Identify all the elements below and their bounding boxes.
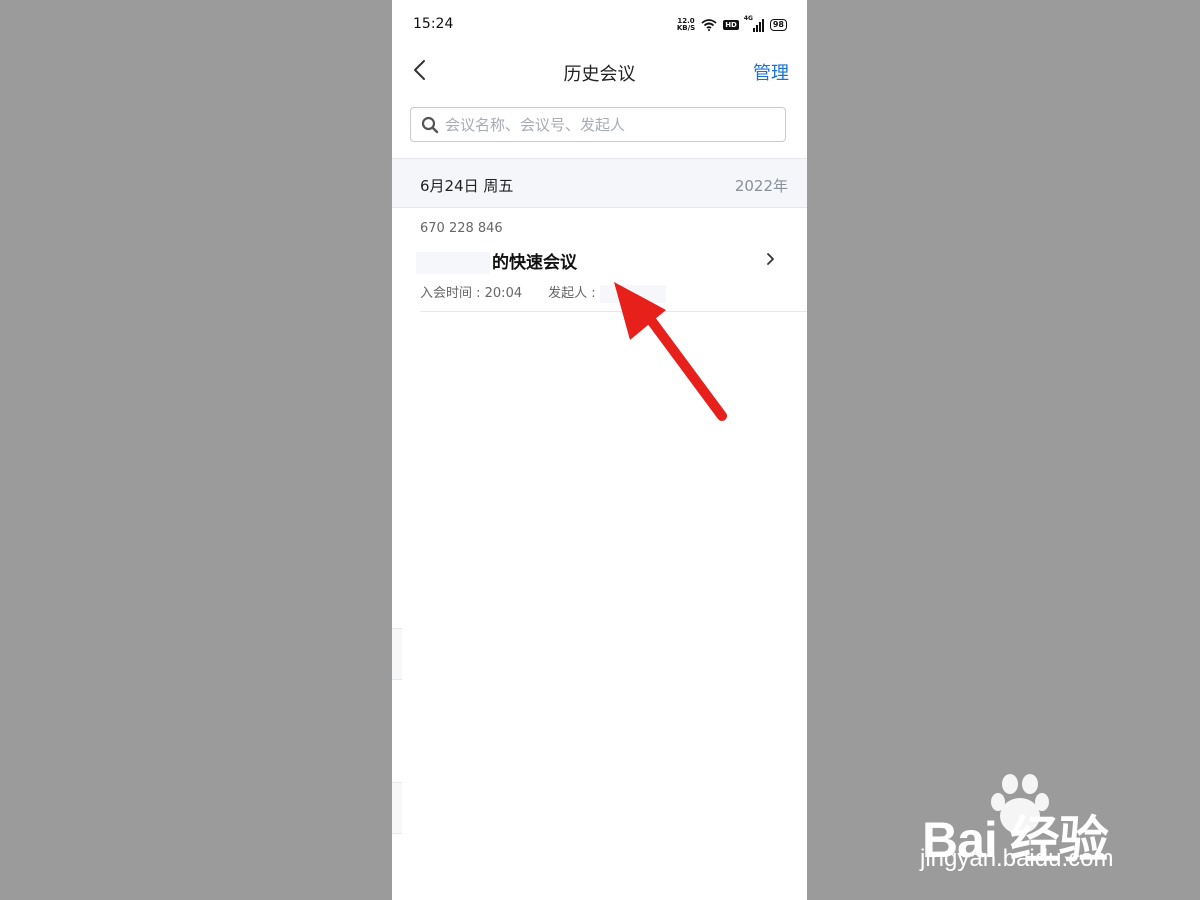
side-strip — [392, 782, 402, 834]
net-speed: 12.0 KB/S — [676, 17, 696, 32]
page-title: 历史会议 — [563, 64, 636, 85]
host-label: 发起人 : — [548, 286, 596, 301]
meeting-title: 的快速会议 — [416, 248, 577, 274]
join-time: 入会时间 : 20:04 — [420, 286, 523, 301]
meeting-id: 670 228 846 — [420, 221, 503, 236]
phone-screen: 15:24 12.0 KB/S HD 4G 98 历史会议 管理 会议名称、会议… — [392, 0, 807, 900]
search-icon — [421, 116, 439, 134]
search-input[interactable] — [445, 108, 775, 141]
hd-icon: HD — [723, 20, 739, 30]
status-icons: 12.0 KB/S HD 4G 98 — [676, 15, 787, 34]
battery-icon: 98 — [769, 19, 787, 31]
redacted-name — [416, 252, 490, 274]
date-group-header: 6月24日 周五 2022年 — [392, 158, 807, 208]
manage-button[interactable]: 管理 — [753, 59, 789, 85]
side-strip — [392, 628, 402, 680]
signal-icon: 4G — [744, 15, 764, 32]
watermark-url: jingyan.baidu.com — [920, 845, 1114, 872]
date-label: 6月24日 周五 — [420, 177, 514, 195]
nav-bar: 历史会议 管理 — [392, 48, 807, 94]
year-label: 2022年 — [734, 177, 788, 195]
wifi-icon — [701, 19, 717, 31]
red-arrow-annotation — [614, 282, 727, 421]
search-box[interactable] — [410, 107, 786, 142]
status-bar: 15:24 12.0 KB/S HD 4G 98 — [392, 0, 807, 48]
status-time: 15:24 — [413, 16, 454, 32]
chevron-right-icon — [767, 253, 774, 265]
